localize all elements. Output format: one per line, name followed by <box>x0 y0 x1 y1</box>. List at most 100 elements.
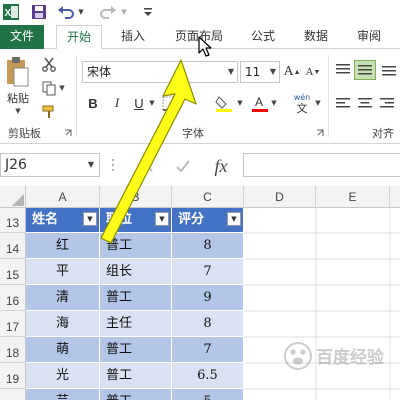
table-cell[interactable]: 普工 <box>100 233 172 259</box>
italic-button[interactable]: I <box>108 93 126 113</box>
table-cell[interactable]: 萌 <box>26 337 100 363</box>
undo-dropdown-icon[interactable]: ▼ <box>77 3 85 21</box>
phonetic-dropdown-icon[interactable]: ▼ <box>314 99 322 107</box>
table-cell[interactable]: 7 <box>172 259 244 285</box>
align-bottom-icon[interactable] <box>380 61 398 79</box>
font-name-select[interactable]: 宋体 ▼ <box>82 61 238 83</box>
row-header[interactable]: 19 <box>0 363 26 389</box>
row-header[interactable]: 13 <box>0 208 26 233</box>
svg-text:百度经验: 百度经验 <box>316 347 385 368</box>
tab-formulas[interactable]: 公式 <box>240 25 286 49</box>
fill-color-dropdown-icon[interactable]: ▼ <box>236 99 244 107</box>
align-middle-icon[interactable] <box>354 60 376 80</box>
column-header-e[interactable]: E <box>316 186 390 208</box>
align-center-icon[interactable] <box>356 95 374 113</box>
phonetic-guide-button[interactable]: wén 文 <box>290 91 314 115</box>
font-size-value: 11 <box>245 65 261 79</box>
redo-icon[interactable] <box>98 3 118 21</box>
name-box[interactable]: J26 ▼ <box>0 153 100 177</box>
ribbon: 粘贴 ▼ ▼ 剪贴板 宋体 ▼ 11 ▼ A ▲ A ▼ B I U ▼ ▼ ▼ A… <box>0 49 400 144</box>
table-cell[interactable]: 普工 <box>100 389 172 400</box>
font-size-select[interactable]: 11 ▼ <box>240 61 280 83</box>
chevron-down-icon: ▼ <box>227 67 234 76</box>
table-cell[interactable]: 平 <box>26 259 100 285</box>
align-right-icon[interactable] <box>378 95 396 113</box>
clipboard-launcher-icon[interactable] <box>64 129 72 137</box>
table-cell[interactable]: 主任 <box>100 311 172 337</box>
cut-icon[interactable] <box>40 55 58 73</box>
table-cell[interactable]: 普工 <box>100 363 172 389</box>
font-color-icon[interactable]: A <box>250 93 270 113</box>
svg-text:X: X <box>5 8 12 19</box>
tab-file[interactable]: 文件 <box>0 25 44 49</box>
table-cell[interactable]: 清 <box>26 285 100 311</box>
table-header-cell[interactable]: 评分 ▼ <box>172 208 244 233</box>
tab-data[interactable]: 数据 <box>292 25 340 49</box>
table-cell[interactable]: 光 <box>26 363 100 389</box>
underline-dropdown-icon[interactable]: ▼ <box>148 99 156 107</box>
table-cell[interactable]: 6.5 <box>172 363 244 389</box>
column-header-a[interactable]: A <box>26 186 100 208</box>
table-cell[interactable]: 9 <box>172 285 244 311</box>
paste-label[interactable]: 粘贴 <box>4 91 32 105</box>
save-icon[interactable] <box>30 3 48 21</box>
column-header-b[interactable]: B <box>100 186 172 208</box>
format-painter-icon[interactable] <box>40 103 58 121</box>
tab-insert[interactable]: 插入 <box>110 25 156 49</box>
select-all-corner[interactable] <box>0 186 26 208</box>
table-cell[interactable]: 普工 <box>100 285 172 311</box>
phonetic-char-label: 文 <box>296 102 308 115</box>
font-color-dropdown-icon[interactable]: ▼ <box>270 99 278 107</box>
row-header[interactable]: 20 <box>0 389 26 400</box>
customize-qat-icon[interactable] <box>142 3 154 21</box>
table-cell[interactable]: 7 <box>172 337 244 363</box>
column-header-c[interactable]: C <box>172 186 244 208</box>
formula-input[interactable] <box>243 153 400 177</box>
table-cell[interactable]: 8 <box>172 311 244 337</box>
row-header[interactable]: 14 <box>0 233 26 259</box>
filter-dropdown-icon[interactable]: ▼ <box>227 212 241 226</box>
row-header[interactable]: 15 <box>0 259 26 285</box>
formula-bar-grip-icon[interactable] <box>110 156 116 174</box>
cancel-icon[interactable] <box>136 155 158 177</box>
undo-icon[interactable] <box>56 3 76 21</box>
svg-text:A: A <box>255 95 263 109</box>
table-cell[interactable]: 普工 <box>100 337 172 363</box>
table-header-cell[interactable]: 职位 ▼ <box>100 208 172 233</box>
redo-dropdown-icon[interactable]: ▼ <box>120 3 128 21</box>
row-header[interactable]: 17 <box>0 311 26 337</box>
row-header[interactable]: 16 <box>0 285 26 311</box>
tab-review[interactable]: 审阅 <box>346 25 392 49</box>
filter-dropdown-icon[interactable]: ▼ <box>155 212 169 226</box>
borders-dropdown-icon[interactable]: ▼ <box>178 99 186 107</box>
align-left-icon[interactable] <box>334 95 352 113</box>
align-top-icon[interactable] <box>334 61 352 79</box>
column-header-f[interactable] <box>390 186 400 208</box>
bold-button[interactable]: B <box>84 93 102 113</box>
copy-icon[interactable] <box>40 79 58 97</box>
table-cell[interactable]: 芸 <box>26 389 100 400</box>
mouse-pointer-icon <box>198 36 212 57</box>
row-header[interactable]: 18 <box>0 337 26 363</box>
table-cell[interactable]: 组长 <box>100 259 172 285</box>
paste-button[interactable] <box>4 55 30 89</box>
copy-dropdown-icon[interactable]: ▼ <box>58 84 66 92</box>
column-header-d[interactable]: D <box>244 186 316 208</box>
decrease-font-size-icon[interactable]: A ▼ <box>304 62 322 82</box>
enter-check-icon[interactable] <box>172 155 194 177</box>
table-cell[interactable]: 5 <box>172 389 244 400</box>
table-cell[interactable]: 8 <box>172 233 244 259</box>
table-header-cell[interactable]: 姓名 ▼ <box>26 208 100 233</box>
paste-dropdown-icon[interactable]: ▼ <box>14 107 22 115</box>
fill-color-swatch <box>216 109 232 112</box>
increase-font-size-icon[interactable]: A ▲ <box>283 62 301 82</box>
insert-function-button[interactable]: fx <box>208 154 234 178</box>
font-launcher-icon[interactable] <box>316 129 324 137</box>
underline-button[interactable]: U <box>130 93 148 113</box>
table-cell[interactable]: 红 <box>26 233 100 259</box>
fill-color-icon[interactable] <box>214 93 234 113</box>
borders-icon[interactable] <box>160 94 178 112</box>
tab-home[interactable]: 开始 <box>56 25 102 50</box>
filter-dropdown-icon[interactable]: ▼ <box>83 212 97 226</box>
table-cell[interactable]: 海 <box>26 311 100 337</box>
